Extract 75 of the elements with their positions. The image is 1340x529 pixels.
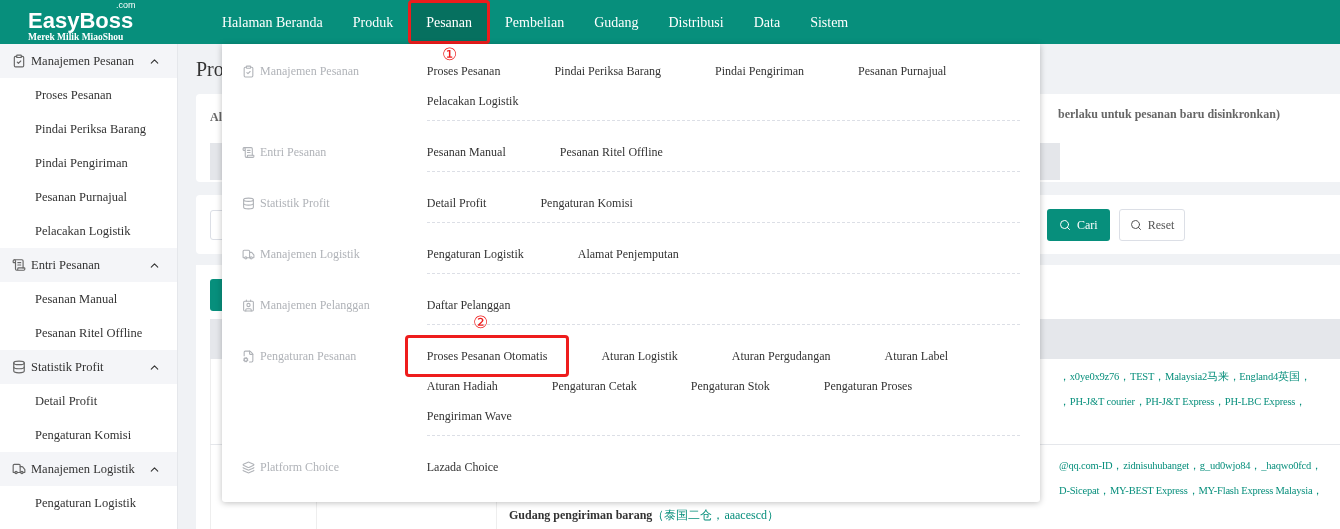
database-icon xyxy=(12,360,26,374)
menu-item[interactable]: Aturan Logistik xyxy=(601,341,678,371)
nav-tab[interactable]: Gudang xyxy=(579,0,654,44)
sidebar-group[interactable]: Entri Pesanan xyxy=(0,248,177,282)
search-icon xyxy=(1129,218,1142,231)
nav-tab[interactable]: Distribusi xyxy=(653,0,739,44)
menu-item[interactable]: Pengaturan Stok xyxy=(690,371,770,401)
clipboard-icon xyxy=(12,54,26,68)
notice-text: berlaku untuk pesanan baru disinkronkan) xyxy=(1058,106,1281,123)
sidebar-item[interactable]: Pesanan Ritel Offline xyxy=(35,323,143,343)
sidebar-item[interactable]: Pindai Periksa Barang xyxy=(35,119,147,139)
menu-section-label: Entri Pesanan xyxy=(260,144,327,161)
menu-item[interactable]: Pengaturan Komisi xyxy=(540,188,633,218)
menu-item[interactable]: Pesanan Ritel Offline xyxy=(559,137,663,167)
logo-suffix: .com xyxy=(116,1,136,10)
menu-section-label: Pengaturan Pesanan xyxy=(260,348,357,365)
menu-item[interactable]: Pesanan Purnajual xyxy=(858,56,947,86)
nav-tab[interactable]: Sistem xyxy=(795,0,864,44)
search-icon xyxy=(1059,218,1071,231)
nav-tab[interactable]: Halaman Beranda xyxy=(207,0,338,44)
menu-item[interactable]: Aturan Label xyxy=(884,341,949,371)
sidebar-item[interactable]: Pengaturan Logistik xyxy=(35,493,137,513)
layers-icon xyxy=(242,460,255,474)
database-icon xyxy=(242,196,255,210)
reset-button[interactable]: Reset xyxy=(1118,208,1186,241)
logo-tagline: Merek Milik MiaoShou xyxy=(28,32,124,43)
search-button[interactable]: Cari xyxy=(1047,208,1110,241)
menu-item[interactable]: Aturan Pergudangan xyxy=(731,341,831,371)
table-cell-text: ，PH-J&T courier，PH-J&T Express，PH-LBC Express， xyxy=(1059,396,1307,407)
sidebar-item[interactable]: Pesanan Purnajual xyxy=(35,187,127,207)
warehouse-label: Gudang pengiriman barang xyxy=(509,508,653,522)
menu-item[interactable]: Pesanan Manual xyxy=(426,137,506,167)
document-icon xyxy=(12,258,26,272)
menu-item[interactable]: Pengiriman Wave xyxy=(426,401,512,431)
sidebar-item[interactable]: Proses Pesanan xyxy=(35,85,112,105)
warehouse-value: （泰国二仓，aaacescd） xyxy=(652,508,779,522)
notice-text: Al xyxy=(210,110,222,124)
nav-tab[interactable]: Pembelian xyxy=(490,0,580,44)
sidebar-group[interactable]: Statistik Profit xyxy=(0,350,177,384)
annotation-marker: ② xyxy=(472,313,488,333)
menu-item[interactable]: Pelacakan Logistik xyxy=(426,86,519,116)
table-cell-text: D-Sicepat，MY-BEST Express，MY-Flash Express Malaysia， xyxy=(1059,485,1324,496)
menu-section-label: Manajemen Pesanan xyxy=(260,63,359,80)
menu-item[interactable]: Proses Pesanan Otomatis xyxy=(404,335,570,377)
sidebar-item[interactable]: Pindai Pengiriman xyxy=(35,153,128,173)
page-title: Pro xyxy=(196,57,224,82)
sidebar-group[interactable]: Manajemen Pesanan xyxy=(0,44,177,78)
menu-item[interactable]: Pengaturan Logistik xyxy=(426,239,524,269)
sidebar-item[interactable]: Pelacakan Logistik xyxy=(35,221,131,241)
table-cell-text: @qq.com-ID，zidnisuhubanget，g_ud0wjo84，_haqwo0fcd， xyxy=(1059,460,1322,471)
menu-item[interactable]: Alamat Penjemputan xyxy=(577,239,679,269)
menu-item[interactable]: Pengaturan Proses xyxy=(823,371,913,401)
menu-section-label: Statistik Profit xyxy=(260,195,330,212)
menu-item[interactable]: Lazada Choice xyxy=(426,452,499,482)
menu-section-label: Manajemen Logistik xyxy=(260,246,360,263)
menu-item[interactable]: Detail Profit xyxy=(426,188,487,218)
menu-item[interactable]: Pindai Pengiriman xyxy=(715,56,805,86)
sidebar-group[interactable]: Manajemen Logistik xyxy=(0,452,177,486)
document-icon xyxy=(242,145,255,159)
truck-icon xyxy=(12,462,26,476)
clipboard-icon xyxy=(242,64,255,78)
nav-tab[interactable]: Produk xyxy=(337,0,409,44)
menu-section-label: Platform Choice xyxy=(260,459,339,476)
menu-item[interactable]: Pindai Periksa Barang xyxy=(554,56,662,86)
nav-tab[interactable]: Data xyxy=(738,0,796,44)
truck-icon xyxy=(242,247,255,261)
annotation-marker: ① xyxy=(442,45,458,65)
sidebar-item[interactable]: Pengaturan Komisi xyxy=(35,425,132,445)
contact-card-icon xyxy=(242,298,255,312)
nav-tab[interactable]: Pesanan xyxy=(408,0,491,44)
sidebar-item[interactable]: Detail Profit xyxy=(35,391,98,411)
document-gear-icon xyxy=(242,349,255,363)
table-cell-text: ，x0ye0x9z76，TEST，Malaysia2马来，England4英国， xyxy=(1059,371,1311,382)
menu-section-label: Manajemen Pelanggan xyxy=(260,297,370,314)
sidebar-item[interactable]: Pesanan Manual xyxy=(35,289,118,309)
